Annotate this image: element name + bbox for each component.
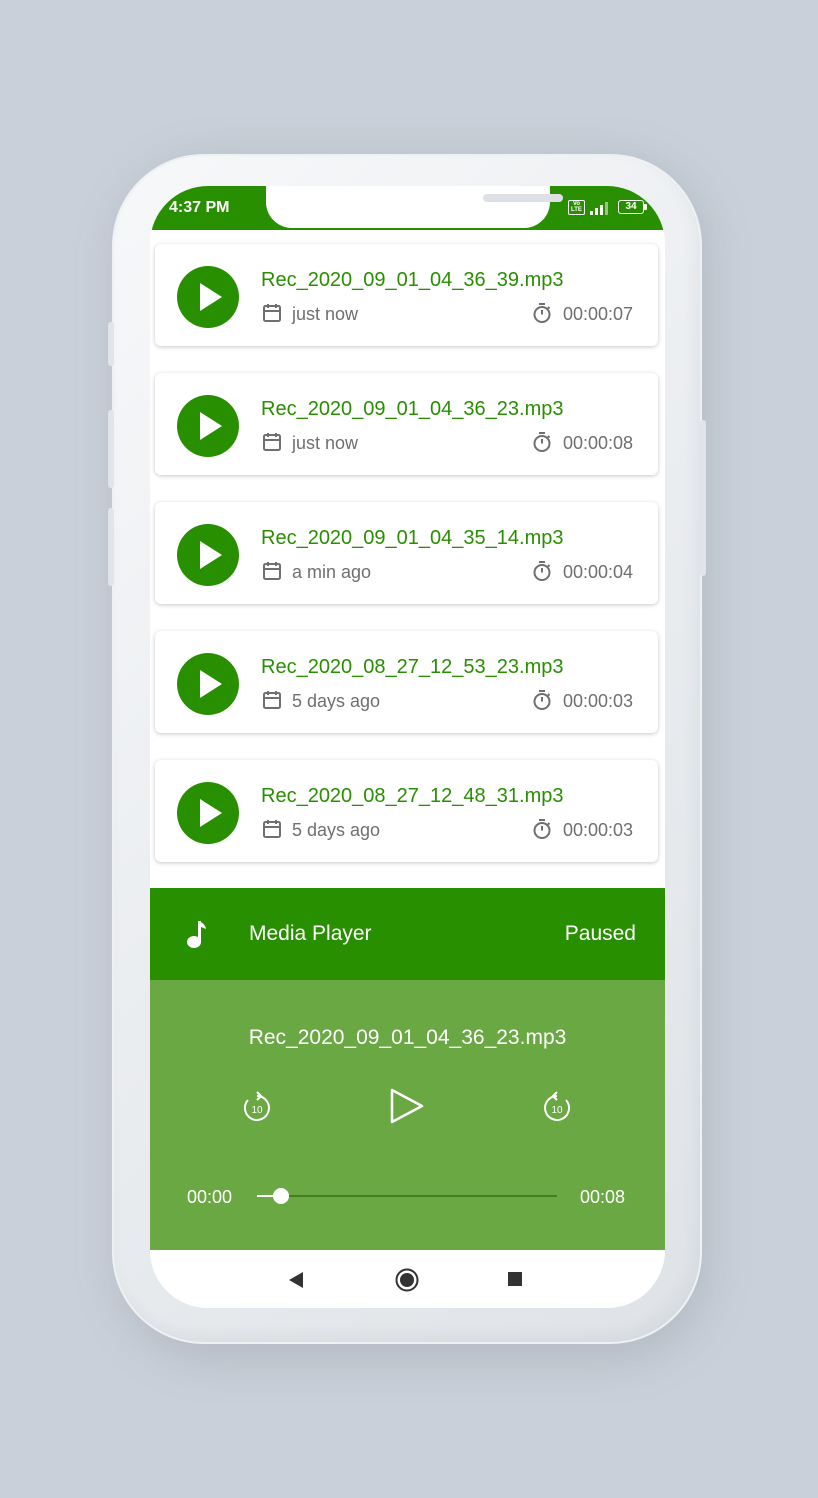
play-icon[interactable]	[177, 653, 239, 715]
phone-side-button	[108, 410, 114, 488]
timer-icon	[533, 561, 551, 581]
recording-duration: 00:00:03	[531, 818, 637, 840]
home-icon[interactable]	[395, 1268, 419, 1292]
recording-card[interactable]: Rec_2020_08_27_12_48_31.mp3 5 days ago 0…	[155, 760, 658, 862]
duration-text: 00:00:04	[563, 562, 634, 582]
phone-side-button	[108, 322, 114, 366]
recording-card[interactable]: Rec_2020_09_01_04_36_39.mp3 just now 00:…	[155, 244, 658, 346]
rewind-button[interactable]: 10	[240, 1090, 274, 1124]
seek-bar[interactable]	[257, 1188, 557, 1204]
recording-name: Rec_2020_08_27_12_48_31.mp3	[261, 785, 564, 807]
play-pause-button[interactable]	[386, 1086, 426, 1126]
duration-text: 00:00:07	[563, 304, 634, 324]
battery-level: 34	[625, 201, 637, 212]
recording-name: Rec_2020_09_01_04_36_39.mp3	[261, 269, 564, 291]
date-text: a min ago	[292, 562, 372, 582]
total-time: 00:08	[579, 1187, 625, 1207]
recording-duration: 00:00:08	[531, 431, 637, 453]
seek-bar-thumb[interactable]	[273, 1188, 289, 1204]
phone-side-button	[108, 508, 114, 586]
play-icon[interactable]	[177, 782, 239, 844]
navigation-bar	[150, 1250, 665, 1308]
notch	[266, 186, 563, 228]
volte-icon: Vo LTE	[568, 200, 585, 215]
battery-icon: 34	[618, 200, 644, 214]
timer-icon	[533, 303, 551, 323]
player-status: Paused	[564, 922, 636, 945]
calendar-icon	[263, 562, 281, 580]
rewind-seconds: 10	[251, 1105, 263, 1116]
signal-icon	[590, 202, 610, 215]
recents-icon[interactable]	[508, 1272, 522, 1286]
duration-text: 00:00:03	[563, 820, 634, 840]
timer-icon	[533, 819, 551, 839]
date-text: just now	[292, 433, 359, 453]
media-player-title: Media Player	[249, 922, 372, 945]
duration-text: 00:00:03	[563, 691, 634, 711]
date-text: 5 days ago	[292, 820, 381, 840]
speaker-grille	[483, 194, 563, 202]
phone-side-button	[700, 420, 706, 576]
recording-duration: 00:00:03	[531, 689, 637, 711]
play-outline-icon	[390, 1088, 424, 1124]
play-icon[interactable]	[177, 266, 239, 328]
media-player-panel: Rec_2020_09_01_04_36_23.mp3 10 10 00:00	[150, 980, 665, 1250]
date-text: 5 days ago	[292, 691, 381, 711]
duration-text: 00:00:08	[563, 433, 634, 453]
forward-seconds: 10	[551, 1105, 563, 1116]
recording-card[interactable]: Rec_2020_09_01_04_36_23.mp3 just now 00:…	[155, 373, 658, 475]
play-icon[interactable]	[177, 395, 239, 457]
now-playing-title: Rec_2020_09_01_04_36_23.mp3	[248, 1026, 567, 1049]
calendar-icon	[263, 820, 281, 838]
timer-icon	[533, 432, 551, 452]
date-text: just now	[292, 304, 359, 324]
recording-duration: 00:00:07	[531, 302, 637, 324]
recording-name: Rec_2020_09_01_04_35_14.mp3	[261, 527, 564, 549]
current-time: 00:00	[187, 1187, 233, 1207]
status-time: 4:37 PM	[169, 199, 230, 216]
play-icon[interactable]	[177, 524, 239, 586]
recording-card[interactable]: Rec_2020_08_27_12_53_23.mp3 5 days ago 0…	[155, 631, 658, 733]
battery-tip	[644, 204, 647, 210]
calendar-icon	[263, 433, 281, 451]
timer-icon	[533, 690, 551, 710]
forward-button[interactable]: 10	[540, 1090, 574, 1124]
back-icon[interactable]	[288, 1271, 304, 1289]
recording-card[interactable]: Rec_2020_09_01_04_35_14.mp3 a min ago 00…	[155, 502, 658, 604]
calendar-icon	[263, 691, 281, 709]
forward-10-icon: 10	[544, 1091, 571, 1121]
media-player-header[interactable]: Media Player Paused	[150, 888, 665, 980]
music-note-icon	[187, 921, 206, 948]
recording-duration: 00:00:04	[531, 560, 637, 582]
replay-10-icon: 10	[243, 1091, 270, 1121]
recording-name: Rec_2020_08_27_12_53_23.mp3	[261, 656, 564, 678]
calendar-icon	[263, 304, 281, 322]
recording-name: Rec_2020_09_01_04_36_23.mp3	[261, 398, 564, 420]
phone-screen: 4:37 PM Vo LTE 34 Rec_2020_09_01_04_36_3…	[150, 186, 665, 1308]
